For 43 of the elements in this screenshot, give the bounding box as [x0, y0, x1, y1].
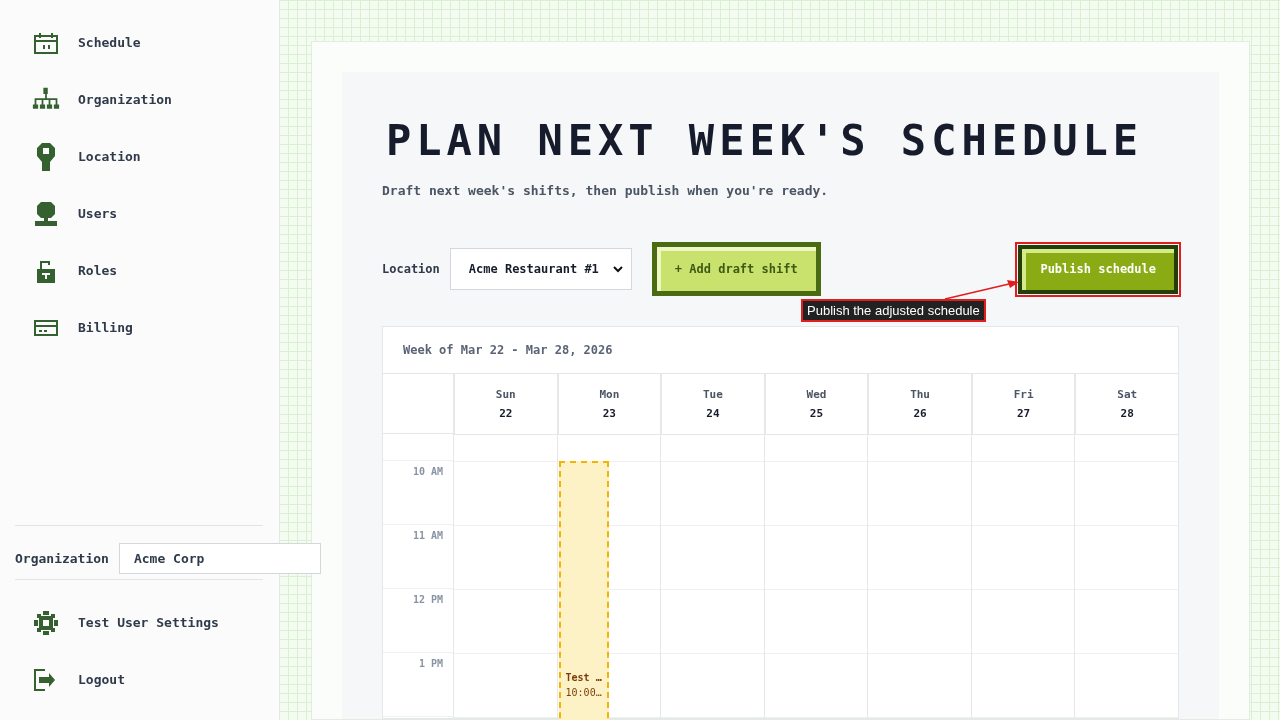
gear-icon: [32, 609, 60, 636]
page-subtitle: Draft next week's shifts, then publish when you're ready.: [382, 183, 830, 198]
shift-time: 10:00…: [565, 687, 603, 698]
page-title: PLAN NEXT WEEK'S SCHEDULE: [386, 116, 1145, 165]
location-label: Location: [382, 262, 440, 276]
hour-label: 1 PM: [383, 653, 453, 717]
annotation-tooltip: Publish the adjusted schedule: [801, 299, 986, 322]
draft-shift-block[interactable]: Test … 10:00…: [558, 461, 609, 720]
day-date: 27: [1017, 407, 1031, 420]
day-date: 24: [706, 407, 720, 420]
week-label: Week of Mar 22 - Mar 28, 2026: [383, 327, 1178, 374]
nav-item[interactable]: Test User Settings: [0, 594, 279, 651]
add-draft-shift-button[interactable]: + Add draft shift: [651, 242, 821, 296]
shift-title: Test …: [565, 672, 603, 683]
nav-item[interactable]: Location: [0, 128, 279, 185]
day-name: Tue: [703, 388, 723, 401]
day-name: Wed: [806, 388, 827, 401]
nav-item[interactable]: Organization: [0, 71, 279, 128]
day-name: Thu: [910, 388, 930, 401]
nav-item[interactable]: Users: [0, 185, 279, 242]
credit-card-icon: [32, 318, 60, 337]
day-date: 25: [809, 407, 824, 420]
organization-field[interactable]: Acme Corp: [118, 542, 321, 574]
organization-label: Organization: [15, 550, 109, 566]
calendar-icon: [32, 31, 60, 54]
chevron-down-icon: [612, 265, 623, 273]
hour-label: 10 AM: [383, 461, 453, 525]
nav-item[interactable]: Roles: [0, 242, 279, 299]
day-date: 23: [602, 407, 616, 420]
location-select[interactable]: Acme Restaurant #1: [449, 248, 632, 290]
user-icon: [32, 200, 60, 227]
day-date: 26: [913, 407, 927, 420]
day-date: 28: [1120, 407, 1134, 420]
hour-label: 11 AM: [383, 525, 453, 589]
nav-item[interactable]: Schedule: [0, 14, 279, 71]
day-name: Sun: [495, 388, 516, 401]
nav-item[interactable]: Billing: [0, 299, 279, 356]
day-name: Fri: [1013, 388, 1034, 401]
nav-item[interactable]: Logout: [0, 651, 279, 708]
hour-label: 12 PM: [383, 589, 453, 653]
day-name: Sat: [1117, 388, 1138, 401]
day-date: 22: [499, 407, 513, 420]
day-name: Mon: [599, 388, 620, 401]
